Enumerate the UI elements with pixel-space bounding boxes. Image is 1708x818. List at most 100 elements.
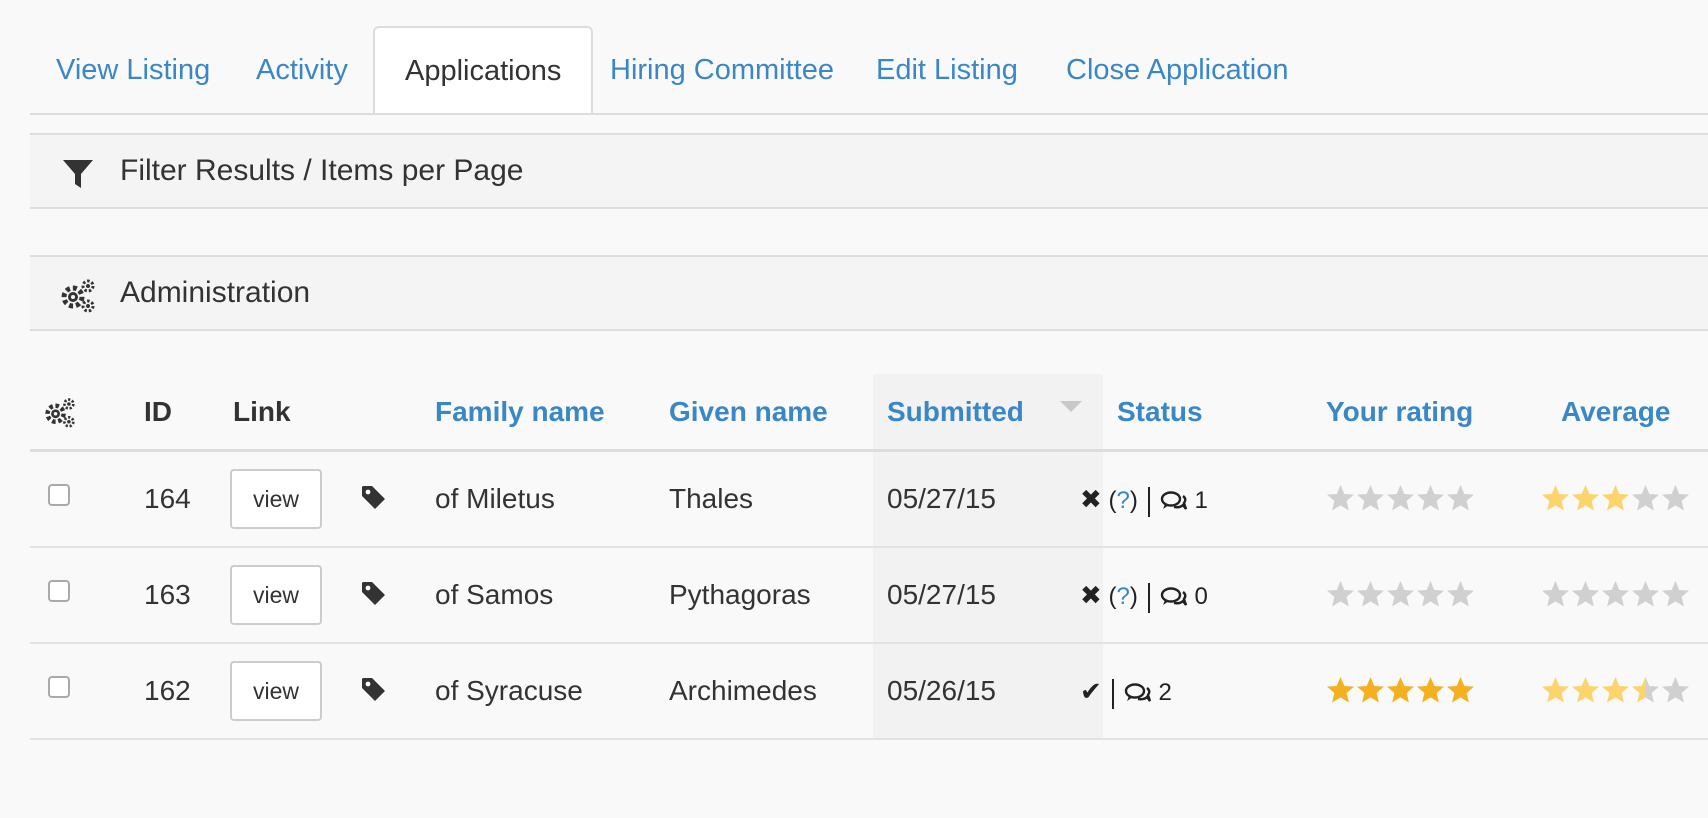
star-icon xyxy=(1387,485,1414,511)
header-status[interactable]: Status xyxy=(1117,374,1203,450)
cell-status: ✖ (?) 0 xyxy=(1080,548,1208,642)
comment-count: 1 xyxy=(1194,487,1208,514)
question-link[interactable]: ? xyxy=(1116,487,1129,514)
cell-submitted: 05/27/15 xyxy=(887,483,996,514)
header-submitted[interactable]: Submitted xyxy=(887,374,1024,450)
average-rating-stars xyxy=(1541,580,1691,610)
gears-icon xyxy=(61,279,95,313)
star-icon xyxy=(1542,485,1569,511)
header-family-name[interactable]: Family name xyxy=(435,374,605,450)
star-icon xyxy=(1602,485,1629,511)
tab-activity[interactable]: Activity xyxy=(256,28,348,113)
tab-close-application[interactable]: Close Application xyxy=(1066,28,1288,113)
star-icon xyxy=(1357,581,1384,607)
star-icon xyxy=(1387,677,1414,703)
row-checkbox[interactable] xyxy=(48,580,70,602)
your-rating-stars[interactable] xyxy=(1326,676,1476,706)
header-link: Link xyxy=(233,396,291,427)
cell-given-name: Archimedes xyxy=(669,675,817,706)
cell-id: 162 xyxy=(144,675,191,706)
average-rating-stars xyxy=(1541,484,1691,514)
comment-count: 2 xyxy=(1158,679,1172,706)
header-id: ID xyxy=(144,396,172,427)
check-icon: ✔ xyxy=(1080,676,1102,706)
filter-panel-label: Filter Results / Items per Page xyxy=(120,154,524,187)
star-icon xyxy=(1602,581,1629,607)
star-icon xyxy=(1632,581,1659,607)
tab-bar: View Listing Activity Applications Hirin… xyxy=(30,26,1708,115)
star-icon xyxy=(1572,581,1599,607)
your-rating-stars[interactable] xyxy=(1326,580,1476,610)
cell-status: ✔ 2 xyxy=(1080,644,1172,738)
tag-icon[interactable] xyxy=(360,580,388,608)
tab-hiring-committee[interactable]: Hiring Committee xyxy=(610,28,834,113)
star-icon xyxy=(1572,677,1599,703)
star-icon xyxy=(1417,485,1444,511)
x-icon: ✖ xyxy=(1080,484,1102,514)
star-icon xyxy=(1572,485,1599,511)
comments-icon[interactable] xyxy=(1124,682,1152,706)
cell-id: 163 xyxy=(144,579,191,610)
header-your-rating[interactable]: Your rating xyxy=(1326,374,1473,450)
star-icon xyxy=(1447,677,1474,703)
table-row: 164 view of Miletus Thales 05/27/15 ✖ (?) 1 xyxy=(30,452,1708,548)
tab-applications[interactable]: Applications xyxy=(373,26,594,113)
comments-icon[interactable] xyxy=(1160,490,1188,514)
row-checkbox[interactable] xyxy=(48,484,70,506)
status-separator xyxy=(1147,486,1150,517)
star-icon xyxy=(1662,485,1689,511)
cell-submitted: 05/26/15 xyxy=(887,675,996,706)
filter-panel[interactable]: Filter Results / Items per Page xyxy=(30,133,1708,209)
cell-given-name: Pythagoras xyxy=(669,579,811,610)
star-icon xyxy=(1327,581,1354,607)
star-icon xyxy=(1357,677,1384,703)
tag-icon[interactable] xyxy=(360,484,388,512)
star-icon xyxy=(1662,677,1689,703)
star-icon xyxy=(1417,581,1444,607)
star-icon xyxy=(1662,581,1689,607)
view-button[interactable]: view xyxy=(230,565,322,625)
header-average[interactable]: Average xyxy=(1561,374,1670,450)
header-given-name[interactable]: Given name xyxy=(669,374,828,450)
administration-panel[interactable]: Administration xyxy=(30,255,1708,331)
table-header: ID Link Family name Given name Submitted… xyxy=(30,374,1708,452)
star-icon xyxy=(1327,677,1354,703)
cell-given-name: Thales xyxy=(669,483,754,514)
view-button[interactable]: view xyxy=(230,469,322,529)
status-separator xyxy=(1147,582,1150,613)
gears-icon[interactable] xyxy=(44,396,76,428)
star-icon xyxy=(1602,677,1629,703)
question-link[interactable]: ? xyxy=(1116,583,1129,610)
tab-view-listing[interactable]: View Listing xyxy=(56,28,210,113)
tag-icon[interactable] xyxy=(360,676,388,704)
filter-icon xyxy=(63,160,93,188)
star-icon xyxy=(1417,677,1444,703)
sort-desc-icon[interactable] xyxy=(1060,401,1082,412)
star-icon xyxy=(1447,581,1474,607)
star-icon xyxy=(1327,485,1354,511)
average-rating-stars xyxy=(1541,676,1691,706)
star-icon xyxy=(1632,677,1659,703)
cell-status: ✖ (?) 1 xyxy=(1080,452,1208,546)
cell-family-name: of Samos xyxy=(435,579,554,610)
comments-icon[interactable] xyxy=(1160,586,1188,610)
star-icon xyxy=(1387,581,1414,607)
your-rating-stars[interactable] xyxy=(1326,484,1476,514)
row-checkbox[interactable] xyxy=(48,676,70,698)
star-icon xyxy=(1447,485,1474,511)
cell-family-name: of Syracuse xyxy=(435,675,583,706)
table-row: 162 view of Syracuse Archimedes 05/26/15 ✔ 2 xyxy=(30,644,1708,740)
tab-edit-listing[interactable]: Edit Listing xyxy=(876,28,1018,113)
x-icon: ✖ xyxy=(1080,580,1102,610)
cell-id: 164 xyxy=(144,483,191,514)
cell-submitted: 05/27/15 xyxy=(887,579,996,610)
comment-count: 0 xyxy=(1194,583,1208,610)
administration-panel-label: Administration xyxy=(120,276,311,309)
status-separator xyxy=(1111,678,1114,709)
star-icon xyxy=(1357,485,1384,511)
star-icon xyxy=(1542,581,1569,607)
star-icon xyxy=(1632,485,1659,511)
star-icon xyxy=(1542,677,1569,703)
view-button[interactable]: view xyxy=(230,661,322,721)
cell-family-name: of Miletus xyxy=(435,483,555,514)
